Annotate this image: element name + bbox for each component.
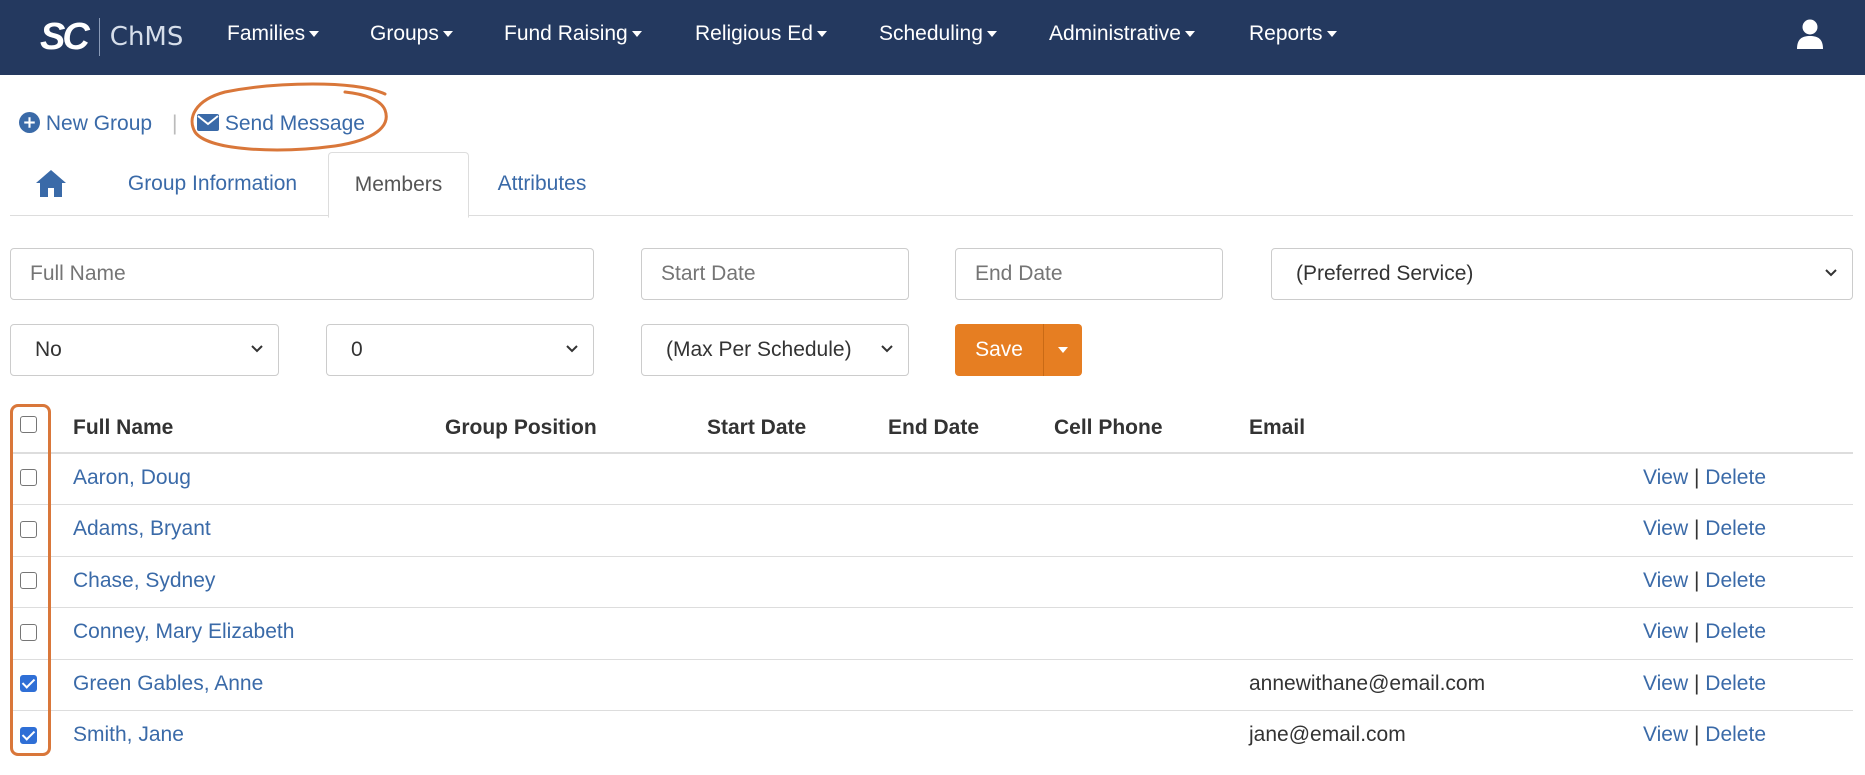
save-button[interactable]: Save bbox=[955, 324, 1044, 376]
checkbox-column-annotation bbox=[10, 404, 51, 756]
view-link[interactable]: View bbox=[1643, 672, 1688, 695]
delete-link[interactable]: Delete bbox=[1705, 466, 1766, 489]
row-divider bbox=[10, 504, 1853, 505]
member-email: annewithane@email.com bbox=[1249, 672, 1486, 695]
max-per-schedule-value: (Max Per Schedule) bbox=[666, 338, 852, 361]
caret-down-icon bbox=[816, 31, 827, 38]
row-actions: View | Delete bbox=[1643, 723, 1766, 747]
nav-reports[interactable]: Reports bbox=[1249, 22, 1337, 46]
nav-administrative[interactable]: Administrative bbox=[1049, 22, 1195, 46]
action-separator: | bbox=[1693, 466, 1700, 489]
app-logo[interactable]: SC ChMS bbox=[40, 17, 183, 57]
nav-scheduling-label: Scheduling bbox=[879, 22, 983, 45]
full-name-input[interactable] bbox=[10, 248, 594, 300]
nav-families-label: Families bbox=[227, 22, 306, 45]
count-select[interactable]: 0 bbox=[326, 324, 594, 376]
col-group-position[interactable]: Group Position bbox=[445, 416, 597, 440]
view-link[interactable]: View bbox=[1643, 620, 1688, 643]
row-divider bbox=[10, 556, 1853, 557]
caret-down-icon bbox=[1058, 347, 1068, 353]
home-icon[interactable] bbox=[35, 168, 67, 198]
nav-families[interactable]: Families bbox=[227, 22, 320, 46]
user-icon[interactable] bbox=[1796, 18, 1824, 50]
start-date-input[interactable] bbox=[641, 248, 909, 300]
col-email[interactable]: Email bbox=[1249, 416, 1305, 440]
nav-fund-raising[interactable]: Fund Raising bbox=[504, 22, 642, 46]
chevron-down-icon bbox=[881, 345, 893, 353]
action-separator: | bbox=[1693, 569, 1700, 592]
action-separator: | bbox=[1693, 723, 1700, 746]
member-name-link[interactable]: Aaron, Doug bbox=[73, 466, 191, 490]
member-name-link[interactable]: Chase, Sydney bbox=[73, 569, 215, 593]
view-link[interactable]: View bbox=[1643, 723, 1688, 746]
chevron-down-icon bbox=[251, 345, 263, 353]
save-dropdown-toggle[interactable] bbox=[1044, 324, 1082, 376]
row-divider bbox=[10, 710, 1853, 711]
row-actions: View | Delete bbox=[1643, 466, 1766, 490]
count-value: 0 bbox=[351, 338, 363, 361]
member-name-link[interactable]: Conney, Mary Elizabeth bbox=[73, 620, 294, 644]
preferred-service-select[interactable]: (Preferred Service) bbox=[1271, 248, 1853, 300]
nav-scheduling[interactable]: Scheduling bbox=[879, 22, 997, 46]
table-header-line bbox=[10, 452, 1853, 454]
chevron-down-icon bbox=[566, 345, 578, 353]
row-actions: View | Delete bbox=[1643, 672, 1766, 696]
logo-mark: SC bbox=[40, 16, 90, 58]
nav-administrative-label: Administrative bbox=[1049, 22, 1181, 45]
member-name-link[interactable]: Green Gables, Anne bbox=[73, 672, 263, 696]
row-actions: View | Delete bbox=[1643, 517, 1766, 541]
row-actions: View | Delete bbox=[1643, 620, 1766, 644]
caret-down-icon bbox=[986, 31, 997, 38]
row-divider bbox=[10, 607, 1853, 608]
tab-attributes[interactable]: Attributes bbox=[480, 152, 604, 216]
logo-text: ChMS bbox=[109, 22, 184, 52]
new-group-link[interactable]: New Group bbox=[19, 112, 152, 136]
tab-members[interactable]: Members bbox=[328, 152, 469, 218]
col-full-name[interactable]: Full Name bbox=[73, 416, 173, 440]
member-name-link[interactable]: Adams, Bryant bbox=[73, 517, 211, 541]
caret-down-icon bbox=[1184, 31, 1195, 38]
tab-group-information[interactable]: Group Information bbox=[110, 152, 315, 216]
nav-reports-label: Reports bbox=[1249, 22, 1323, 45]
logo-divider bbox=[98, 18, 100, 56]
caret-down-icon bbox=[631, 31, 642, 38]
action-separator: | bbox=[1693, 672, 1700, 695]
action-separator: | bbox=[1693, 620, 1700, 643]
annotation-circle bbox=[190, 82, 388, 152]
row-divider bbox=[10, 659, 1853, 660]
member-email: jane@email.com bbox=[1249, 723, 1406, 746]
nav-religious-ed-label: Religious Ed bbox=[695, 22, 813, 45]
end-date-input[interactable] bbox=[955, 248, 1223, 300]
caret-down-icon bbox=[442, 31, 453, 38]
delete-link[interactable]: Delete bbox=[1705, 569, 1766, 592]
action-separator: | bbox=[172, 112, 178, 135]
delete-link[interactable]: Delete bbox=[1705, 620, 1766, 643]
nav-religious-ed[interactable]: Religious Ed bbox=[695, 22, 827, 46]
yes-no-select[interactable]: No bbox=[10, 324, 279, 376]
member-name-link[interactable]: Smith, Jane bbox=[73, 723, 184, 747]
col-start-date[interactable]: Start Date bbox=[707, 416, 806, 440]
action-separator: | bbox=[1693, 517, 1700, 540]
yes-no-value: No bbox=[35, 338, 62, 361]
delete-link[interactable]: Delete bbox=[1705, 723, 1766, 746]
new-group-label: New Group bbox=[45, 112, 153, 135]
chevron-down-icon bbox=[1825, 269, 1837, 277]
caret-down-icon bbox=[309, 31, 320, 38]
nav-groups[interactable]: Groups bbox=[370, 22, 453, 46]
view-link[interactable]: View bbox=[1643, 517, 1688, 540]
col-cell-phone[interactable]: Cell Phone bbox=[1054, 416, 1163, 440]
plus-circle-icon bbox=[19, 112, 40, 133]
delete-link[interactable]: Delete bbox=[1705, 672, 1766, 695]
top-navbar: SC ChMS Families Groups Fund Raising Rel… bbox=[0, 0, 1865, 75]
view-link[interactable]: View bbox=[1643, 466, 1688, 489]
max-per-schedule-select[interactable]: (Max Per Schedule) bbox=[641, 324, 909, 376]
nav-groups-label: Groups bbox=[370, 22, 439, 45]
preferred-service-value: (Preferred Service) bbox=[1296, 262, 1474, 285]
view-link[interactable]: View bbox=[1643, 569, 1688, 592]
delete-link[interactable]: Delete bbox=[1705, 517, 1766, 540]
nav-fund-raising-label: Fund Raising bbox=[504, 22, 628, 45]
caret-down-icon bbox=[1326, 31, 1337, 38]
row-actions: View | Delete bbox=[1643, 569, 1766, 593]
col-end-date[interactable]: End Date bbox=[888, 416, 979, 440]
